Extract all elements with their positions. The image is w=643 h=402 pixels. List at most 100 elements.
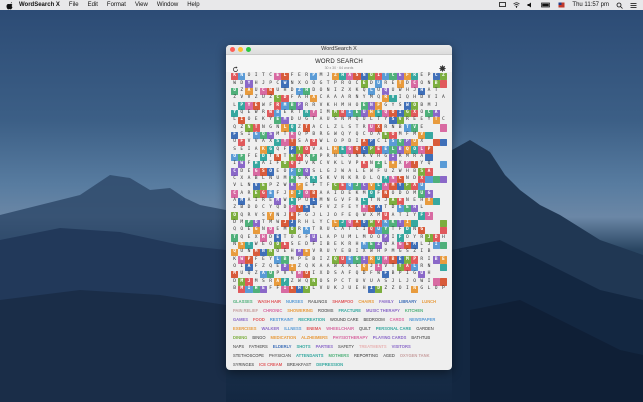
grid-cell[interactable]: E — [353, 109, 361, 117]
grid-cell[interactable]: Y — [411, 234, 418, 241]
grid-cell[interactable]: A — [339, 95, 346, 102]
grid-cell[interactable]: J — [260, 80, 267, 87]
display-icon[interactable] — [499, 2, 507, 8]
grid-cell[interactable]: L — [310, 286, 317, 293]
grid-cell[interactable]: E — [374, 109, 383, 117]
grid-cell[interactable]: X — [410, 109, 419, 117]
grid-cell[interactable]: H — [404, 168, 411, 175]
grid-cell[interactable]: U — [382, 168, 389, 175]
grid-cell[interactable]: M — [403, 256, 411, 264]
grid-cell[interactable] — [432, 278, 440, 286]
grid-cell[interactable]: I — [317, 242, 324, 249]
grid-cell[interactable]: H — [418, 198, 425, 205]
grid-cell[interactable]: C — [325, 220, 332, 227]
grid-cell[interactable]: U — [353, 278, 360, 285]
grid-cell[interactable]: F — [303, 234, 310, 241]
grid-cell[interactable] — [439, 263, 447, 271]
grid-cell[interactable]: Y — [425, 117, 432, 124]
grid-cell[interactable]: A — [274, 278, 282, 286]
grid-cell[interactable]: I — [238, 117, 246, 125]
grid-cell[interactable]: E — [245, 227, 252, 234]
grid-cell[interactable] — [439, 227, 447, 235]
grid-cell[interactable]: N — [339, 117, 346, 124]
grid-cell[interactable]: O — [266, 227, 275, 235]
grid-cell[interactable]: B — [253, 176, 260, 183]
grid-cell[interactable]: W — [317, 139, 324, 146]
grid-cell[interactable]: G — [303, 212, 310, 219]
grid-cell[interactable]: M — [281, 117, 289, 125]
grid-cell[interactable]: B — [310, 190, 318, 198]
grid-cell[interactable]: G — [403, 109, 411, 117]
grid-cell[interactable]: H — [338, 73, 347, 81]
grid-cell[interactable]: Q — [382, 87, 390, 95]
grid-cell[interactable]: G — [296, 234, 303, 241]
grid-cell[interactable]: C — [317, 95, 324, 102]
grid-cell[interactable]: A — [332, 95, 339, 102]
grid-cell[interactable]: L — [353, 168, 360, 175]
grid-cell[interactable]: Q — [288, 124, 296, 132]
grid-cell[interactable]: H — [425, 271, 432, 278]
grid-cell[interactable]: J — [425, 234, 433, 242]
grid-cell[interactable] — [425, 220, 432, 227]
grid-cell[interactable]: D — [231, 278, 238, 285]
grid-cell[interactable]: G — [396, 241, 404, 249]
grid-cell[interactable]: I — [397, 95, 404, 102]
grid-cell[interactable]: O — [238, 227, 245, 234]
grid-cell[interactable]: U — [338, 256, 347, 264]
grid-cell[interactable]: Z — [411, 249, 418, 256]
grid-cell[interactable]: T — [317, 183, 324, 190]
grid-cell[interactable]: M — [389, 249, 396, 256]
grid-cell[interactable]: V — [367, 183, 375, 191]
grid-cell[interactable]: Q — [288, 161, 296, 169]
grid-cell[interactable]: Q — [346, 219, 354, 227]
flag-icon[interactable] — [558, 2, 565, 8]
grid-cell[interactable]: D — [238, 80, 245, 87]
grid-cell[interactable]: I — [332, 190, 339, 197]
grid-cell[interactable]: V — [389, 95, 397, 103]
grid-cell[interactable]: J — [281, 219, 289, 227]
grid-cell[interactable]: L — [231, 117, 238, 124]
grid-cell[interactable]: S — [418, 168, 426, 176]
grid-cell[interactable]: H — [418, 87, 426, 95]
grid-cell[interactable]: T — [396, 263, 404, 271]
grid-cell[interactable]: L — [339, 124, 346, 131]
grid-cell[interactable]: F — [346, 271, 353, 278]
grid-cell[interactable]: U — [303, 198, 310, 205]
grid-cell[interactable]: H — [346, 102, 353, 109]
grid-cell[interactable]: I — [353, 249, 360, 256]
grid-cell[interactable]: M — [231, 271, 239, 279]
grid-cell[interactable]: N — [389, 124, 396, 131]
grid-cell[interactable]: R — [310, 102, 317, 109]
grid-cell[interactable]: O — [266, 168, 275, 176]
grid-cell[interactable]: Y — [411, 212, 418, 219]
grid-cell[interactable]: E — [274, 234, 282, 242]
grid-cell[interactable]: E — [346, 212, 353, 219]
grid-cell[interactable]: F — [267, 102, 274, 109]
grid-cell[interactable]: U — [389, 88, 396, 95]
grid-cell[interactable]: U — [375, 88, 382, 95]
grid-cell[interactable]: X — [397, 161, 404, 168]
grid-cell[interactable]: Q — [302, 168, 311, 176]
grid-cell[interactable]: E — [396, 73, 404, 81]
grid-cell[interactable]: M — [325, 110, 332, 117]
grid-cell[interactable]: S — [353, 73, 361, 81]
grid-cell[interactable]: R — [346, 95, 353, 102]
grid-cell[interactable]: S — [289, 242, 296, 249]
grid-cell[interactable]: T — [396, 80, 404, 88]
grid-cell[interactable]: R — [346, 242, 353, 249]
grid-cell[interactable]: G — [418, 227, 426, 235]
grid-cell[interactable]: T — [382, 73, 390, 81]
grid-cell[interactable]: A — [418, 154, 425, 161]
grid-cell[interactable]: T — [231, 234, 239, 242]
grid-cell[interactable]: Z — [267, 95, 274, 102]
grid-cell[interactable]: O — [252, 219, 260, 227]
grid-cell[interactable]: H — [252, 285, 260, 293]
grid-cell[interactable]: X — [238, 176, 245, 183]
grid-cell[interactable]: A — [440, 95, 447, 102]
grid-cell[interactable]: B — [281, 256, 289, 264]
grid-cell[interactable]: A — [389, 212, 396, 219]
grid-cell[interactable]: M — [238, 285, 246, 293]
grid-cell[interactable]: O — [267, 242, 274, 249]
grid-cell[interactable] — [439, 175, 447, 183]
grid-cell[interactable]: D — [303, 242, 310, 249]
